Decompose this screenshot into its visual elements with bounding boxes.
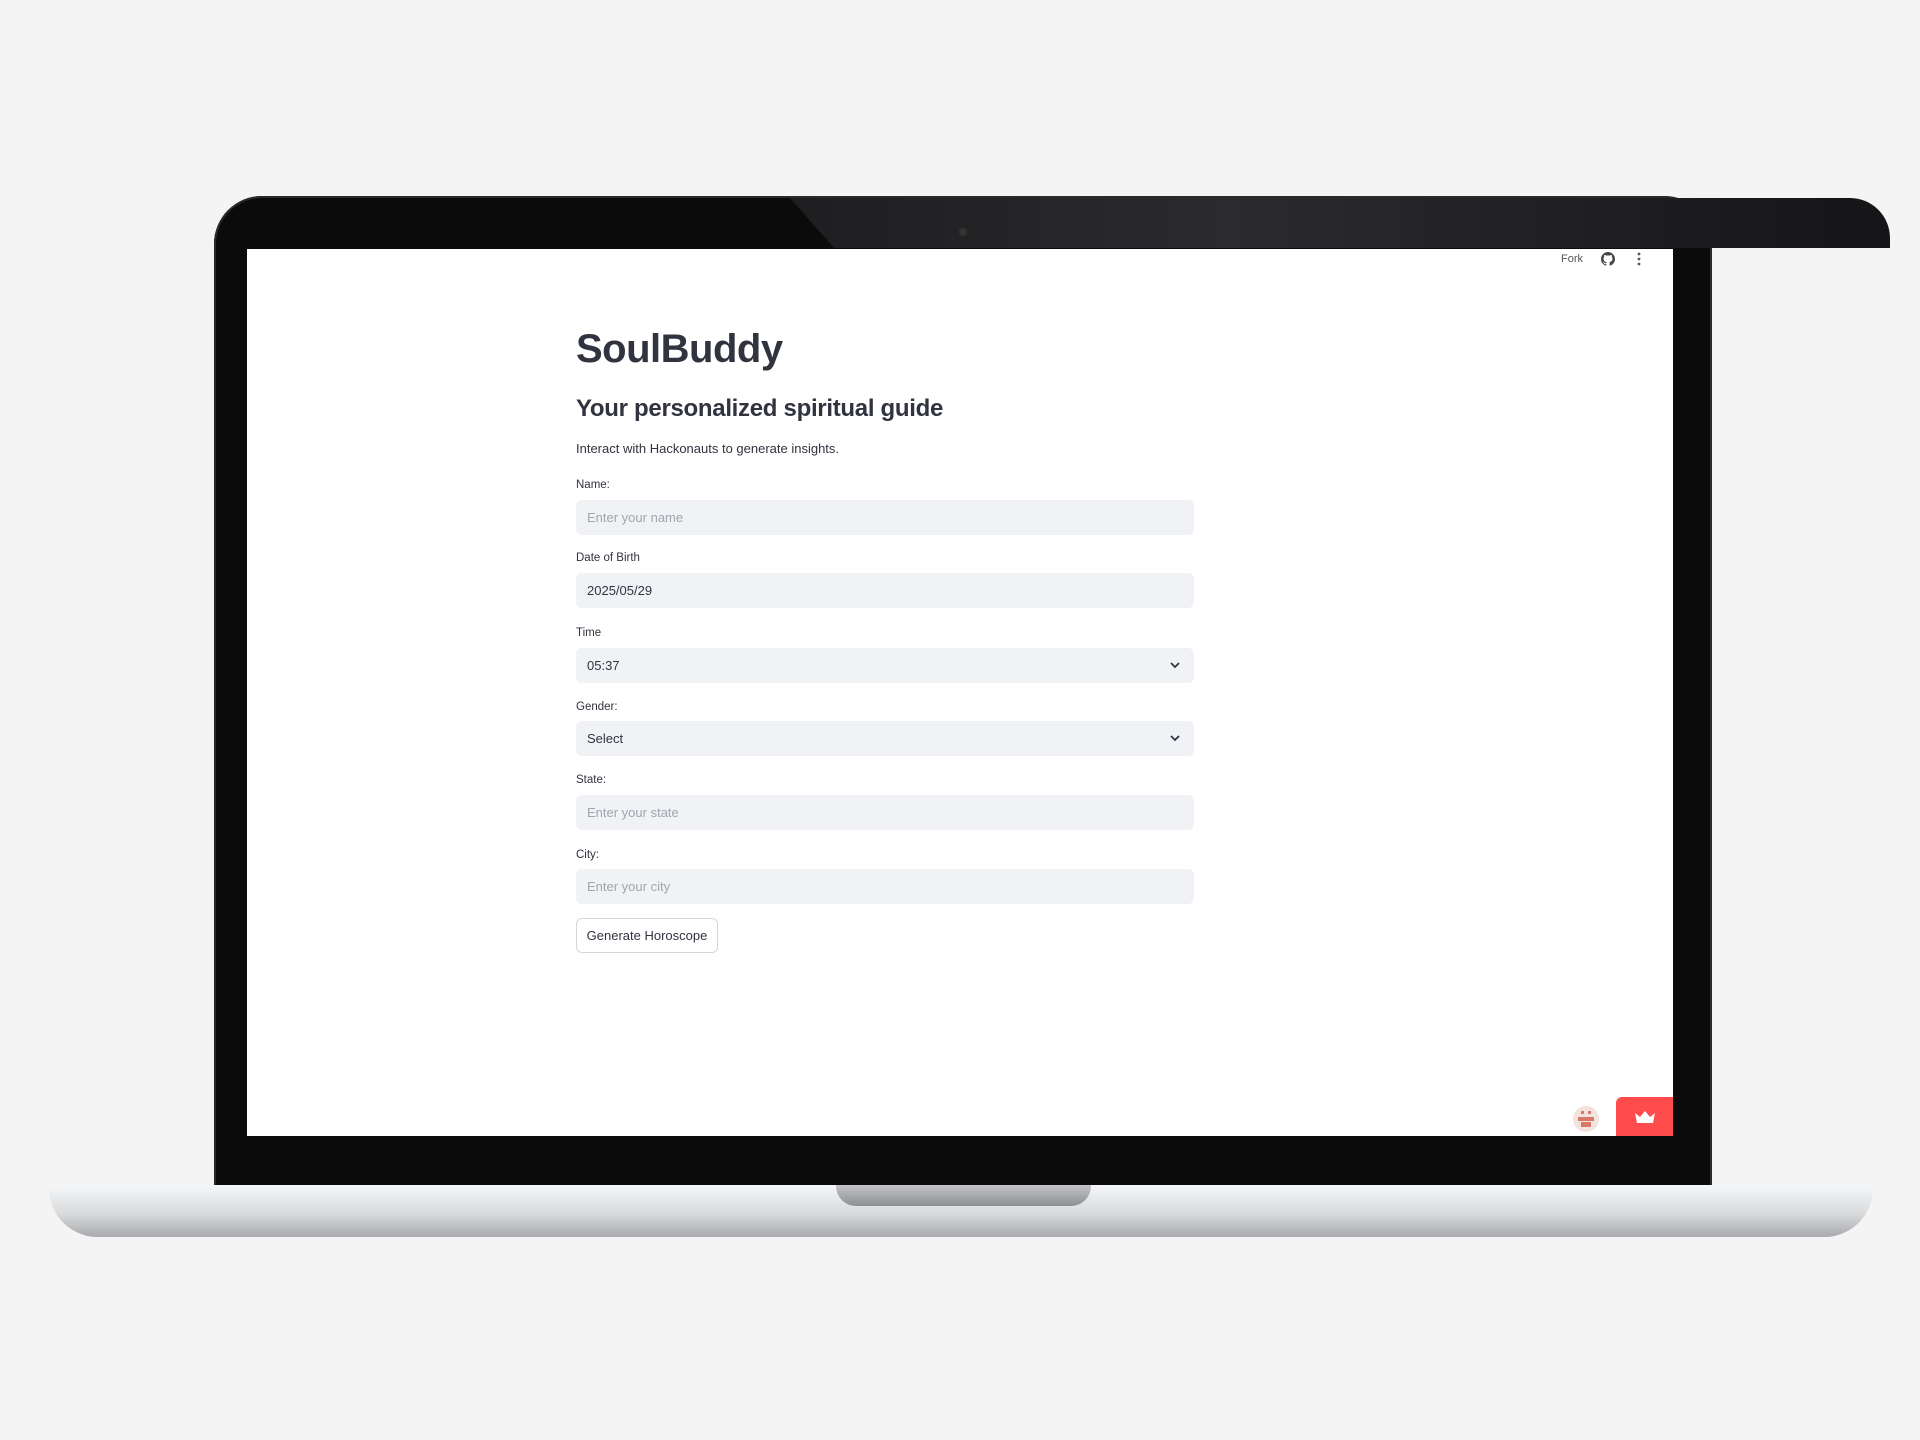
generate-horoscope-button[interactable]: Generate Horoscope <box>576 918 718 953</box>
city-input[interactable]: Enter your city <box>576 869 1194 904</box>
name-input[interactable]: Enter your name <box>576 500 1194 535</box>
page-title: SoulBuddy <box>576 327 783 371</box>
description: Interact with Hackonauts to generate ins… <box>576 441 840 456</box>
time-label: Time <box>576 627 602 639</box>
streamlit-badge[interactable] <box>1616 1097 1673 1136</box>
fork-button[interactable]: Fork <box>1561 253 1583 265</box>
time-value: 05:37 <box>587 658 620 673</box>
time-select[interactable]: 05:37 <box>576 648 1194 683</box>
city-label: City: <box>576 849 599 861</box>
github-icon[interactable] <box>1601 252 1615 266</box>
bot-icon[interactable] <box>1572 1105 1600 1133</box>
app-screen: Fork SoulBuddy Your personalized spiritu… <box>247 249 1673 1136</box>
chevron-down-icon <box>1170 735 1180 742</box>
state-label: State: <box>576 774 607 786</box>
name-label: Name: <box>576 479 610 491</box>
bezel-reflection <box>790 198 1890 248</box>
chevron-down-icon <box>1170 662 1180 669</box>
page-subtitle: Your personalized spiritual guide <box>576 395 944 422</box>
gender-label: Gender: <box>576 701 618 713</box>
dob-input[interactable]: 2025/05/29 <box>576 573 1194 608</box>
gender-value: Select <box>587 731 624 746</box>
camera <box>959 228 967 236</box>
more-vertical-icon[interactable] <box>1637 252 1641 266</box>
state-input[interactable]: Enter your state <box>576 795 1194 830</box>
laptop-notch <box>836 1185 1091 1206</box>
crown-icon <box>1634 1110 1655 1123</box>
gender-select[interactable]: Select <box>576 721 1194 756</box>
dob-label: Date of Birth <box>576 552 640 564</box>
